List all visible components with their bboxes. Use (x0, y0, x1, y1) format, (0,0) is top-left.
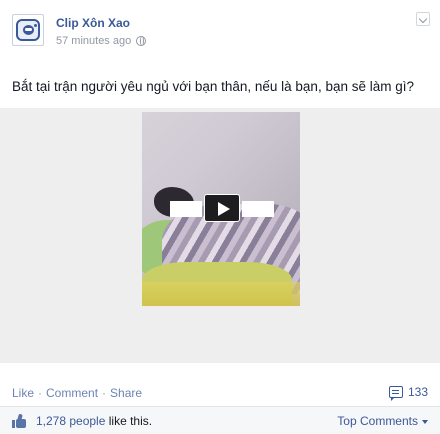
chevron-down-icon[interactable] (416, 12, 430, 26)
news-feed-post: Clip Xôn Xao 57 minutes ago Bắt tại trận… (0, 0, 440, 434)
comment-count-button[interactable]: 133 (388, 385, 428, 401)
thumbs-up-icon (12, 413, 28, 428)
post-author-link[interactable]: Clip Xôn Xao (56, 16, 130, 30)
separator: · (102, 386, 107, 400)
video-overlay-bar-right (242, 201, 274, 217)
video-overlay-bar-left (170, 201, 202, 217)
likes-count-link[interactable]: 1,278 people (36, 414, 105, 428)
comment-link[interactable]: Comment (46, 386, 98, 400)
globe-icon (136, 36, 147, 46)
play-icon[interactable] (204, 194, 240, 222)
comment-icon (388, 386, 403, 401)
share-link[interactable]: Share (110, 386, 142, 400)
post-status-text: Bắt tại trận người yêu ngủ với bạn thân,… (12, 79, 415, 94)
likes-summary-row: 1,278 people like this. Top Comments (0, 406, 440, 434)
top-comments-label: Top Comments (337, 414, 418, 428)
top-comments-dropdown[interactable]: Top Comments (337, 414, 428, 428)
tv-logo-icon (16, 19, 40, 41)
caret-down-icon (422, 420, 428, 424)
post-timestamp[interactable]: 57 minutes ago (56, 35, 131, 47)
post-meta: 57 minutes ago (56, 35, 147, 47)
separator: · (38, 386, 43, 400)
like-link[interactable]: Like (12, 386, 34, 400)
video-thumbnail[interactable] (142, 112, 300, 306)
post-actions: Like · Comment · Share (12, 386, 142, 400)
page-avatar[interactable] (12, 14, 44, 46)
likes-suffix: like this. (105, 414, 153, 428)
likes-summary: 1,278 people like this. (36, 414, 152, 428)
comment-count: 133 (407, 385, 428, 399)
